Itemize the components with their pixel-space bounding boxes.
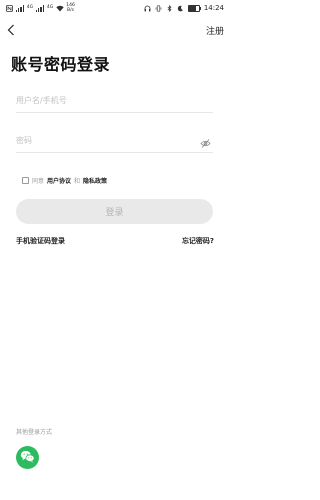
wechat-icon (20, 448, 35, 467)
sim2-label: 4G (46, 4, 54, 10)
privacy-policy-link[interactable]: 隐私政策 (83, 176, 107, 185)
signal-icon (16, 4, 24, 12)
sim1-label: 4G (26, 4, 34, 10)
username-field (16, 90, 213, 113)
nfc-icon (6, 4, 13, 12)
status-left: 4G 4G 146 B/s (0, 3, 75, 13)
password-input[interactable] (16, 130, 186, 150)
network-speed: 146 B/s (66, 3, 75, 13)
top-bar: 注册 (0, 20, 230, 42)
username-input[interactable] (16, 90, 186, 110)
sms-login-link[interactable]: 手机验证码登录 (16, 236, 65, 246)
wifi-icon (56, 5, 64, 12)
bluetooth-icon (166, 4, 173, 12)
login-button[interactable]: 登录 (16, 199, 213, 224)
forgot-password-link[interactable]: 忘记密码? (182, 236, 214, 246)
vibrate-icon (155, 4, 162, 12)
register-link[interactable]: 注册 (206, 24, 224, 37)
status-bar: 4G 4G 146 B/s 14:24 (0, 0, 230, 16)
agreement-prefix: 同意 (32, 178, 45, 185)
page-title: 账号密码登录 (11, 55, 111, 74)
signal-icon (36, 4, 44, 12)
dnd-icon (177, 5, 184, 12)
network-speed-unit: B/s (67, 8, 74, 13)
agreement-conjunction: 和 (74, 178, 81, 185)
headphones-icon (144, 5, 151, 12)
other-login-label: 其他登录方式 (16, 429, 53, 436)
status-right: 14:24 (144, 4, 230, 12)
eye-hidden-icon[interactable] (200, 134, 211, 148)
password-field (16, 130, 213, 153)
clock: 14:24 (203, 4, 224, 12)
user-agreement-link[interactable]: 用户协议 (47, 176, 71, 185)
agreement-checkbox[interactable] (22, 177, 29, 184)
back-button[interactable] (3, 21, 19, 39)
battery-fill (188, 5, 196, 11)
agreement-row: 同意 用户协议 和 隐私政策 (22, 176, 107, 185)
wechat-login-button[interactable] (16, 446, 39, 469)
chevron-left-icon (7, 21, 15, 40)
battery-icon (187, 4, 201, 12)
